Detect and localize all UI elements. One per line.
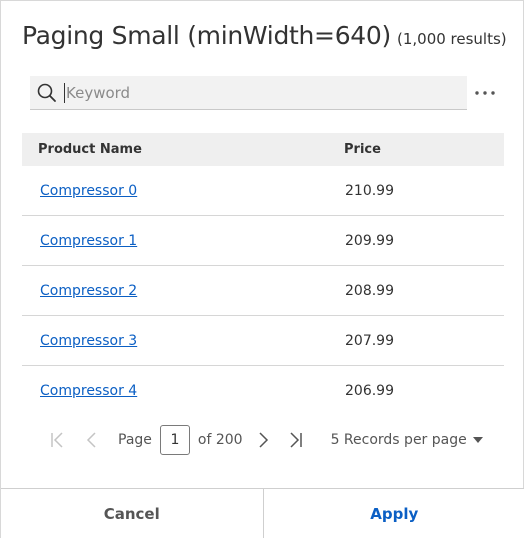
product-link[interactable]: Compressor 2 — [40, 283, 137, 299]
table-row: Compressor 2 208.99 — [22, 266, 504, 316]
previous-page-button[interactable] — [80, 429, 102, 451]
column-header-product-name[interactable]: Product Name — [22, 142, 344, 157]
price-cell: 209.99 — [345, 232, 394, 249]
table-row: Compressor 3 207.99 — [22, 316, 504, 366]
more-options-button[interactable] — [471, 81, 499, 105]
table-row: Compressor 0 210.99 — [22, 166, 504, 216]
cancel-button[interactable]: Cancel — [1, 489, 264, 538]
result-count: (1,000 results) — [396, 30, 507, 48]
search-bar — [30, 76, 467, 110]
dialog-footer: Cancel Apply — [1, 488, 524, 538]
page-number-input[interactable] — [159, 425, 190, 455]
product-link[interactable]: Compressor 0 — [40, 183, 137, 199]
previous-page-icon — [86, 432, 96, 448]
dialog: Paging Small (minWidth=640) (1,000 resul… — [0, 0, 524, 538]
table-header: Product Name Price — [22, 133, 504, 166]
page-label: Page — [118, 432, 152, 448]
pagination: Page of 200 5 Records per page — [46, 425, 483, 455]
first-page-button[interactable] — [46, 429, 68, 451]
next-page-icon — [259, 432, 268, 448]
search-input[interactable] — [64, 82, 467, 103]
last-page-icon — [290, 432, 302, 448]
table-row: Compressor 4 206.99 — [22, 366, 504, 416]
last-page-button[interactable] — [285, 429, 307, 451]
price-cell: 208.99 — [345, 282, 394, 299]
records-per-page-label: 5 Records per page — [330, 432, 467, 448]
product-link[interactable]: Compressor 4 — [40, 383, 137, 399]
records-per-page-select[interactable]: 5 Records per page — [331, 432, 483, 448]
page-total: of 200 — [197, 432, 243, 448]
column-header-price[interactable]: Price — [344, 142, 381, 157]
price-cell: 207.99 — [345, 332, 394, 349]
price-cell: 210.99 — [345, 182, 394, 199]
dialog-title: Paging Small (minWidth=640) — [22, 21, 391, 50]
more-horizontal-icon — [475, 91, 495, 95]
dialog-header: Paging Small (minWidth=640) (1,000 resul… — [22, 21, 507, 50]
caret-down-icon — [472, 437, 483, 443]
next-page-button[interactable] — [253, 429, 275, 451]
first-page-icon — [51, 432, 63, 448]
apply-button[interactable]: Apply — [263, 489, 524, 538]
price-cell: 206.99 — [345, 383, 394, 399]
product-link[interactable]: Compressor 1 — [40, 233, 137, 249]
search-icon — [30, 76, 64, 110]
table-row: Compressor 1 209.99 — [22, 216, 504, 266]
product-link[interactable]: Compressor 3 — [40, 333, 137, 349]
results-table: Product Name Price Compressor 0 210.99 C… — [22, 133, 504, 416]
